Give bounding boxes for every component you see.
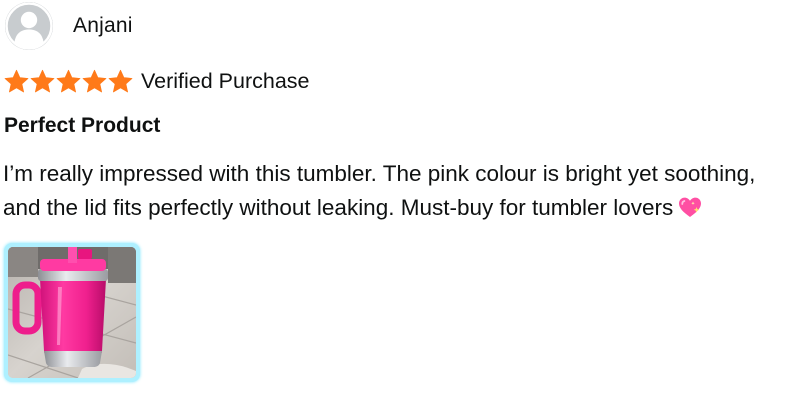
user-avatar-icon[interactable] [5, 2, 53, 50]
reviewer-name[interactable]: Anjani [73, 14, 133, 38]
verified-purchase-badge: Verified Purchase [141, 68, 310, 93]
customer-review: Anjani Verified Purchase Perfect Product… [0, 0, 801, 420]
reviewer-profile[interactable]: Anjani [5, 2, 133, 50]
review-title: Perfect Product [4, 114, 161, 137]
review-photo-thumbnail[interactable] [4, 243, 140, 382]
star-icon [56, 69, 81, 92]
review-photo[interactable] [8, 247, 136, 378]
review-body-line: I’m really impressed with this tumbler. … [3, 161, 756, 186]
star-icon [108, 69, 133, 92]
rating-row: Verified Purchase [4, 66, 310, 96]
star-icon [82, 69, 107, 92]
review-body-text: and the lid fits perfectly without leaki… [3, 195, 674, 220]
star-rating[interactable] [4, 69, 133, 94]
star-icon [4, 69, 29, 92]
sparkling-heart-icon [677, 195, 703, 219]
review-body-line: and the lid fits perfectly without leaki… [3, 191, 801, 225]
review-body: I’m really impressed with this tumbler. … [3, 157, 801, 225]
star-icon [30, 69, 55, 92]
